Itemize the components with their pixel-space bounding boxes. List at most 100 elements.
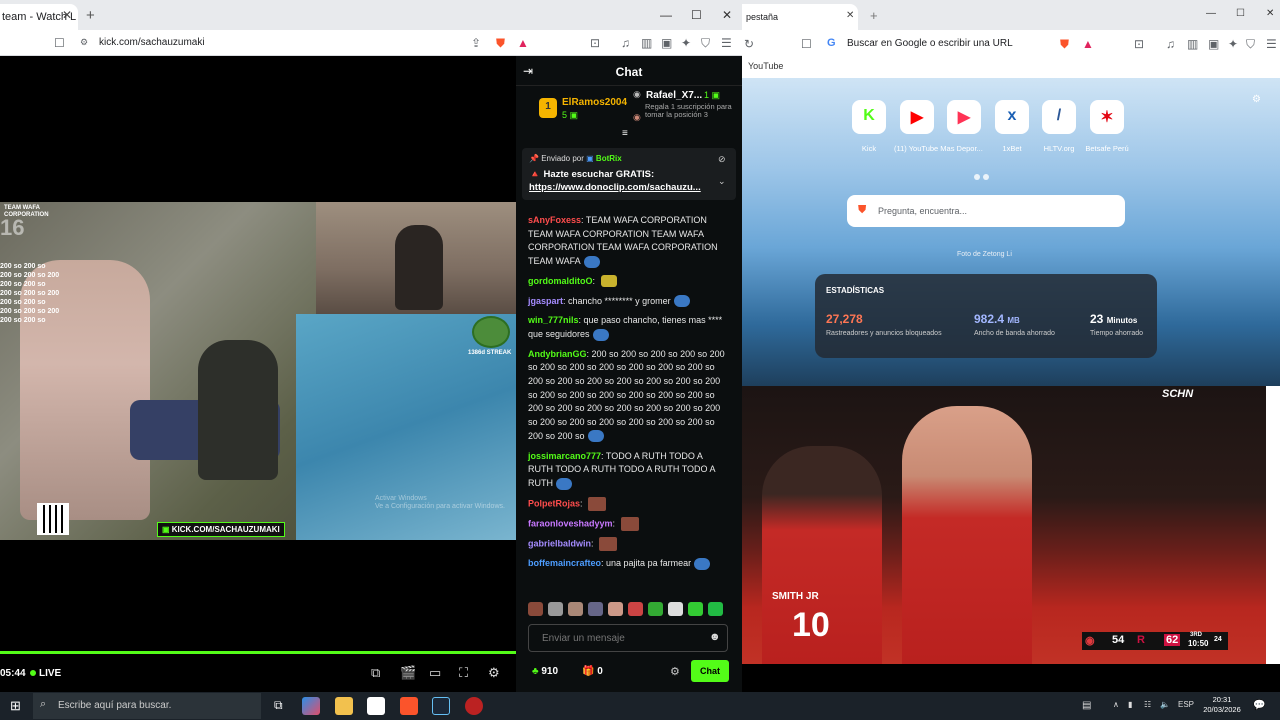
- screenshot-icon[interactable]: ⊡: [1134, 37, 1144, 51]
- chat-username[interactable]: PolpetRojas: [528, 498, 580, 508]
- fullscreen-icon[interactable]: ⛶: [459, 665, 468, 681]
- page-dot[interactable]: [974, 174, 980, 180]
- emoji-picker-icon[interactable]: ☻: [709, 631, 721, 643]
- leaderboard-first-name[interactable]: ElRamos2004: [562, 97, 627, 108]
- brave-rewards-icon[interactable]: ▲: [1082, 37, 1094, 51]
- screenshot-icon[interactable]: ⊡: [590, 36, 600, 50]
- emote-icon[interactable]: [648, 602, 663, 616]
- windows-start-icon[interactable]: ⊞: [10, 698, 21, 714]
- chat-settings-icon[interactable]: ⚙: [670, 665, 680, 678]
- tray-chevron-icon[interactable]: ∧: [1113, 700, 1119, 709]
- emote-icon[interactable]: [548, 602, 563, 616]
- menu-icon[interactable]: ☰: [1266, 37, 1277, 51]
- maximize-icon[interactable]: ☐: [1236, 8, 1245, 19]
- unpin-icon[interactable]: ⊘: [718, 154, 726, 165]
- close-window-icon[interactable]: ✕: [722, 8, 732, 22]
- bot-name[interactable]: BotRix: [596, 154, 622, 163]
- site-info-icon[interactable]: ⚙: [80, 37, 88, 48]
- send-chat-button[interactable]: Chat: [691, 660, 729, 682]
- opera-gx-icon[interactable]: [465, 697, 483, 715]
- emote-icon[interactable]: [588, 602, 603, 616]
- brave-shield-icon[interactable]: ⛊: [496, 36, 505, 51]
- chat-username[interactable]: boffemaincrafteo: [528, 558, 601, 568]
- omnibox[interactable]: G Buscar en Google o escribir una URL: [822, 34, 1052, 54]
- bookmark-icon[interactable]: ☐: [54, 36, 65, 50]
- sidebar-icon[interactable]: ▥: [1187, 37, 1198, 51]
- basketball-video[interactable]: 10 SMITH JR SCHN ◉ 54 R 62 3RD 10:50 24: [742, 386, 1266, 664]
- top-site-tile[interactable]: K Kick: [846, 100, 892, 153]
- store-icon[interactable]: [367, 697, 385, 715]
- brave-rewards-icon[interactable]: ▲: [517, 36, 529, 50]
- top-site-tile[interactable]: / HLTV.org: [1036, 100, 1082, 153]
- theater-mode-icon[interactable]: ▭: [429, 665, 441, 681]
- extensions-icon[interactable]: ✦: [1228, 37, 1238, 51]
- new-tab-icon[interactable]: +: [870, 8, 878, 23]
- emote-icon[interactable]: [668, 602, 683, 616]
- emote-icon[interactable]: [528, 602, 543, 616]
- gift-subs[interactable]: 🎁 0: [582, 666, 603, 677]
- wallet-icon[interactable]: ▣: [1208, 37, 1219, 51]
- progress-bar[interactable]: [0, 651, 516, 654]
- wallet-icon[interactable]: ▣: [661, 36, 672, 50]
- clip-icon[interactable]: 🎬: [400, 665, 416, 681]
- volume-icon[interactable]: 🔈: [1160, 700, 1170, 709]
- minimize-icon[interactable]: —: [1206, 8, 1216, 19]
- top-site-tile[interactable]: ▶: [941, 100, 987, 144]
- page-dot[interactable]: [983, 174, 989, 180]
- chat-username[interactable]: jossimarcano777: [528, 451, 601, 461]
- emote-icon[interactable]: [708, 602, 723, 616]
- emote-icon[interactable]: [608, 602, 623, 616]
- usb-icon[interactable]: ▮: [1128, 700, 1132, 709]
- chat-username[interactable]: win_777nils: [528, 315, 579, 325]
- notifications-icon[interactable]: 💬: [1253, 700, 1265, 711]
- action-center-icon[interactable]: ▤: [1082, 700, 1091, 711]
- brave-search-box[interactable]: ⛊ Pregunta, encuentra...: [847, 195, 1125, 227]
- channel-points[interactable]: ♣ 910: [532, 666, 558, 677]
- brave-shield-icon[interactable]: ⛊: [1060, 37, 1069, 52]
- menu-icon[interactable]: ☰: [721, 36, 732, 50]
- media-icon[interactable]: ♫: [1166, 37, 1175, 51]
- pinned-link[interactable]: https://www.donoclip.com/sachauzu...: [529, 182, 701, 193]
- url-field[interactable]: ⚙ kick.com/sachauzumaki: [70, 33, 480, 53]
- top-site-tile[interactable]: ▶ (11) YouTube Mas Depor...: [894, 100, 983, 153]
- close-tab-icon[interactable]: ✕: [62, 8, 72, 22]
- emote-icon[interactable]: [688, 602, 703, 616]
- emote-icon[interactable]: [568, 602, 583, 616]
- share-icon[interactable]: ⇪: [471, 36, 481, 50]
- live-badge[interactable]: LIVE: [30, 668, 61, 679]
- taskbar-search[interactable]: ⌕ Escribe aquí para buscar.: [33, 693, 261, 719]
- chat-username[interactable]: sAnyFoxess: [528, 215, 581, 225]
- pip-icon[interactable]: ⧉: [371, 665, 380, 681]
- emote-icon[interactable]: [628, 602, 643, 616]
- leaderboard-second-name[interactable]: Rafael_X7...: [646, 90, 702, 101]
- steam-icon[interactable]: [432, 697, 450, 715]
- sidebar-icon[interactable]: ▥: [641, 36, 652, 50]
- chat-input[interactable]: [529, 625, 709, 651]
- top-site-tile[interactable]: x 1xBet: [989, 100, 1035, 153]
- copilot-icon[interactable]: [302, 697, 320, 715]
- chevron-down-icon[interactable]: ⌄: [718, 176, 726, 187]
- media-icon[interactable]: ♫: [621, 36, 630, 50]
- brave-browser-icon[interactable]: [400, 697, 418, 715]
- chat-username[interactable]: gabrielbaldwin: [528, 538, 591, 548]
- network-icon[interactable]: ☷: [1144, 700, 1151, 709]
- customize-gear-icon[interactable]: ⚙: [1252, 94, 1261, 105]
- chat-username[interactable]: faraonloveshadyym: [528, 518, 613, 528]
- leaderboard-toggle-icon[interactable]: ≡: [622, 128, 628, 139]
- vpn-icon[interactable]: ⛉: [1246, 37, 1255, 52]
- reload-icon[interactable]: ↻: [744, 37, 754, 51]
- extensions-icon[interactable]: ✦: [681, 36, 691, 50]
- photo-credit[interactable]: Foto de Zetong Li: [957, 251, 1012, 258]
- language-indicator[interactable]: ESP: [1178, 700, 1194, 709]
- close-tab-icon[interactable]: ✕: [846, 10, 854, 21]
- tab-new-tab[interactable]: pestaña: [742, 4, 858, 30]
- new-tab-icon[interactable]: +: [86, 7, 95, 24]
- vpn-icon[interactable]: ⛉: [701, 36, 710, 51]
- chat-username[interactable]: gordomalditoO: [528, 276, 593, 286]
- bookmark-icon[interactable]: ☐: [801, 37, 812, 51]
- system-clock[interactable]: 20:31 20/03/2026: [1198, 695, 1246, 715]
- close-window-icon[interactable]: ✕: [1266, 8, 1274, 19]
- minimize-icon[interactable]: —: [660, 8, 672, 22]
- chat-username[interactable]: AndybrianGG: [528, 349, 587, 359]
- settings-gear-icon[interactable]: ⚙: [488, 665, 500, 681]
